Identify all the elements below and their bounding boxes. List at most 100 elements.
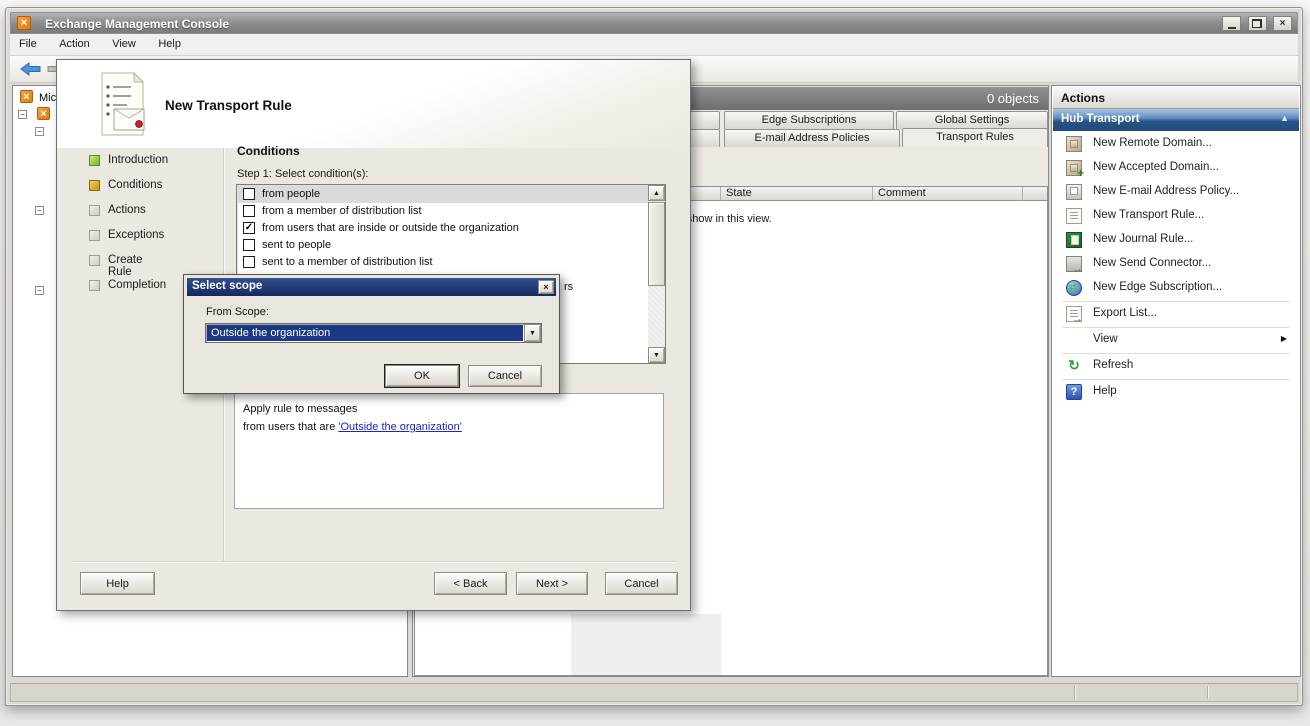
rule-description-line2: from users that are 'Outside the organiz… [243,418,655,436]
wizard-button-separator [73,561,676,563]
column-header-comment[interactable]: Comment [873,187,1023,201]
scroll-thumb[interactable] [648,202,665,286]
action-help[interactable]: ? Help [1053,380,1299,404]
cancel-button-wizard[interactable]: Cancel [605,572,678,595]
tree-expander[interactable]: − [35,127,44,136]
exchange-node-icon [20,90,33,103]
scroll-up-button[interactable]: ▲ [648,185,665,201]
hub-transport-label: Hub Transport [1061,113,1140,125]
wizard-header: New Transport Rule [57,60,690,148]
cancel-button-dialog[interactable]: Cancel [468,365,542,387]
rule-description-line1: Apply rule to messages [243,400,655,418]
export-list-icon [1066,306,1082,322]
accepted-domain-icon [1066,160,1082,176]
step-pending-icon [89,230,100,241]
transport-rule-icon [1066,208,1082,224]
window-title: Exchange Management Console [45,17,229,31]
tree-expander[interactable]: − [35,286,44,295]
journal-rule-icon [1066,232,1082,248]
next-button[interactable]: Next > [516,572,588,595]
close-icon: × [1280,18,1286,29]
checkbox-unchecked[interactable] [243,205,255,217]
action-refresh[interactable]: ↻ Refresh [1053,354,1299,378]
checkbox-unchecked[interactable] [243,188,255,200]
menu-help[interactable]: Help [149,34,190,54]
scope-close-button[interactable]: × [538,280,554,294]
transport-rule-document-icon [95,71,149,142]
column-header-stub[interactable] [1023,187,1047,201]
from-scope-selected-value: Outside the organization [207,325,523,341]
scroll-down-button[interactable]: ▼ [648,347,665,363]
scope-dialog-titlebar[interactable]: Select scope × [187,278,556,296]
step-pending-icon [89,255,100,266]
from-scope-label: From Scope: [206,306,269,318]
action-new-accepted-domain[interactable]: New Accepted Domain... [1053,156,1299,180]
checkbox-checked[interactable]: ✓ [243,222,255,234]
restore-button[interactable] [1248,16,1267,31]
send-connector-icon [1066,256,1082,272]
status-bar [10,683,1298,702]
step-done-icon [89,155,100,166]
submenu-arrow-icon: ▶ [1281,334,1287,343]
menu-view[interactable]: View [103,34,145,54]
tree-expander[interactable]: − [35,206,44,215]
minimize-button[interactable] [1222,16,1241,31]
action-new-remote-domain[interactable]: New Remote Domain... [1053,132,1299,156]
actions-pane-title: Actions [1053,87,1299,109]
action-export-list[interactable]: Export List... [1053,302,1299,326]
help-button[interactable]: Help [80,572,155,595]
back-arrow-icon [20,62,42,76]
tab-edge-subscriptions[interactable]: Edge Subscriptions [724,111,894,129]
refresh-icon: ↻ [1066,358,1082,374]
close-button[interactable]: × [1273,16,1292,31]
back-button[interactable] [20,62,42,81]
action-new-email-address-policy[interactable]: New E-mail Address Policy... [1053,180,1299,204]
title-bar[interactable]: Exchange Management Console × [10,12,1298,34]
step-pending-icon [89,205,100,216]
edge-subscription-icon [1066,280,1082,296]
menu-bar: File Action View Help [10,34,1298,56]
status-divider [1207,686,1209,699]
tree-expander[interactable]: − [18,110,27,119]
conditions-scrollbar[interactable]: ▲ ▼ [648,185,665,363]
condition-from-users-scope[interactable]: ✓ from users that are inside or outside … [238,220,648,237]
sorted-column-shade [571,614,721,675]
menu-action[interactable]: Action [50,34,99,54]
org-node-icon [37,107,50,120]
exchange-logo-icon [17,16,31,30]
column-header-state[interactable]: State [721,187,873,201]
screen: Exchange Management Console × File Actio… [0,0,1310,726]
ok-button[interactable]: OK [385,365,459,387]
from-scope-dropdown[interactable]: Outside the organization ▼ [205,323,542,343]
menu-file[interactable]: File [10,34,46,54]
status-divider [1074,686,1076,699]
restore-icon [1252,19,1262,28]
condition-from-people[interactable]: from people [238,186,648,203]
action-new-send-connector[interactable]: New Send Connector... [1053,252,1299,276]
conditions-heading: Conditions [237,144,300,158]
tab-email-address-policies[interactable]: E-mail Address Policies [724,129,900,147]
minimize-icon [1228,27,1236,29]
condition-partially-hidden[interactable]: rs [564,281,573,293]
action-new-journal-rule[interactable]: New Journal Rule... [1053,228,1299,252]
condition-from-member[interactable]: from a member of distribution list [238,203,648,220]
checkbox-unchecked[interactable] [243,256,255,268]
step1-label: Step 1: Select condition(s): [237,168,368,180]
tab-transport-rules[interactable]: Transport Rules [902,128,1048,147]
actions-pane: Actions Hub Transport ▲ New Remote Domai… [1051,85,1301,677]
action-new-transport-rule[interactable]: New Transport Rule... [1053,204,1299,228]
wizard-title: New Transport Rule [165,98,292,113]
condition-sent-to-people[interactable]: sent to people [238,237,648,254]
action-new-edge-subscription[interactable]: New Edge Subscription... [1053,276,1299,300]
condition-sent-to-member[interactable]: sent to a member of distribution list [238,254,648,271]
back-button-wizard[interactable]: < Back [434,572,507,595]
action-view[interactable]: View ▶ [1053,328,1299,352]
remote-domain-icon [1066,136,1082,152]
scope-value-link[interactable]: 'Outside the organization' [338,421,461,433]
checkbox-unchecked[interactable] [243,239,255,251]
collapse-chevron-icon[interactable]: ▲ [1280,113,1289,123]
step-pending-icon [89,280,100,291]
tab-global-settings[interactable]: Global Settings [896,111,1048,129]
dropdown-arrow-button[interactable]: ▼ [524,324,541,342]
hub-transport-group-header[interactable]: Hub Transport ▲ [1053,109,1299,131]
